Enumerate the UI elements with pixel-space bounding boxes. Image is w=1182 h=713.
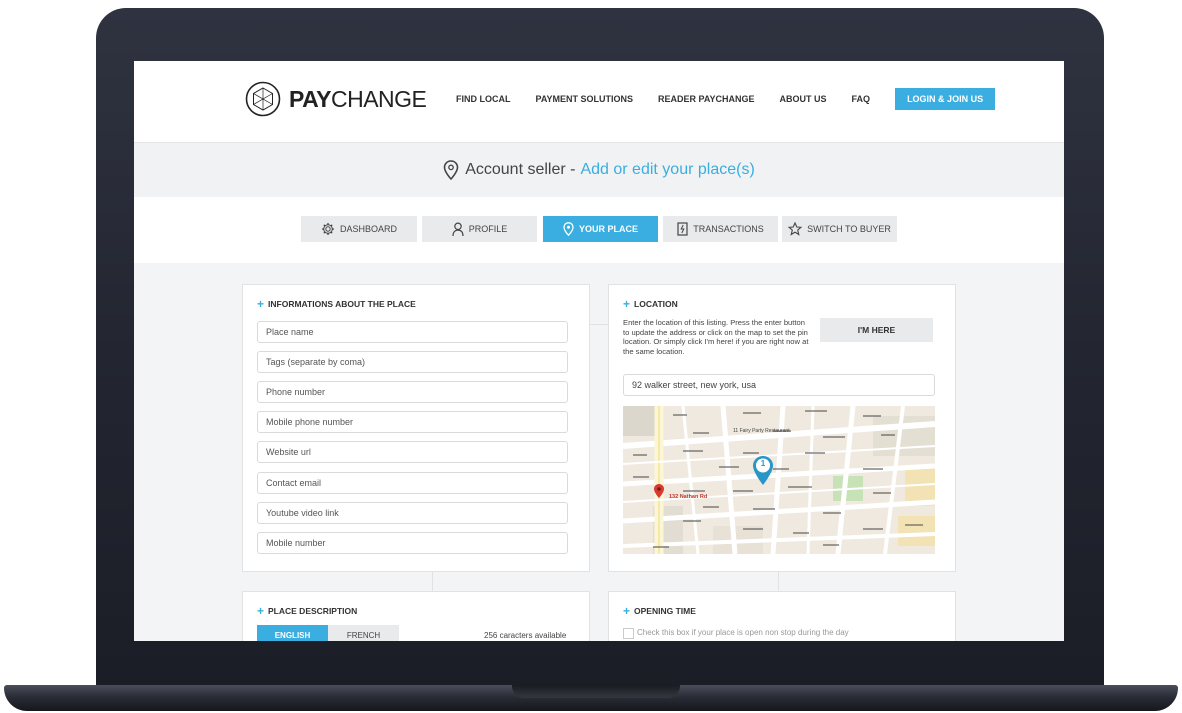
- nav-reader-paychange[interactable]: READER PAYCHANGE: [658, 94, 755, 104]
- place-description-card: + PLACE DESCRIPTION ENGLISH FRENCH 256 ca…: [242, 591, 590, 641]
- user-icon: [452, 222, 464, 236]
- red-marker-icon: [654, 484, 664, 498]
- place-name-field[interactable]: Place name: [257, 321, 568, 343]
- location-instructions: Enter the location of this listing. Pres…: [623, 318, 809, 356]
- place-description-title: + PLACE DESCRIPTION: [257, 604, 358, 618]
- mobile-number-field[interactable]: Mobile number: [257, 532, 568, 554]
- map-pin-number: 1: [760, 459, 766, 468]
- map-marker-label: 132 Nathan Rd: [669, 494, 708, 500]
- tab-switch-to-buyer[interactable]: SWITCH TO BUYER: [782, 216, 897, 242]
- mobile-phone-field[interactable]: Mobile phone number: [257, 411, 568, 433]
- tab-dashboard[interactable]: DASHBOARD: [301, 216, 417, 242]
- laptop-hinge-notch: [512, 685, 680, 698]
- tab-your-place[interactable]: YOUR PLACE: [543, 216, 658, 242]
- nav-about-us[interactable]: ABOUT US: [780, 94, 827, 104]
- divider: [778, 571, 779, 591]
- contact-email-field[interactable]: Contact email: [257, 472, 568, 494]
- site-header: PAYCHANGE FIND LOCAL PAYMENT SOLUTIONS R…: [134, 61, 1064, 142]
- map-place-label: 11 Fairy Party Restaurant: [733, 428, 790, 434]
- website-field[interactable]: Website url: [257, 441, 568, 463]
- tab-transactions[interactable]: TRANSACTIONS: [663, 216, 778, 242]
- pin-icon: [563, 222, 574, 236]
- lang-tab-french[interactable]: FRENCH: [328, 625, 399, 641]
- location-card: + LOCATION Enter the location of this lis…: [608, 284, 956, 572]
- page-title-band: Account seller - Add or edit your place(…: [134, 142, 1064, 198]
- page-title-accent[interactable]: Add or edit your place(s): [580, 161, 754, 179]
- account-tabs: DASHBOARD PROFILE YOUR PLACE TRANSACTION…: [134, 197, 1064, 263]
- page-title: Account seller -: [465, 161, 576, 178]
- document-icon: [677, 222, 688, 236]
- login-join-button[interactable]: LOGIN & JOIN US: [895, 88, 996, 110]
- logo-globe-icon: [245, 81, 281, 117]
- star-icon: [788, 222, 803, 236]
- divider: [432, 571, 433, 591]
- main-nav: FIND LOCAL PAYMENT SOLUTIONS READER PAYC…: [456, 88, 996, 110]
- tab-dashboard-label: DASHBOARD: [339, 224, 397, 234]
- brand-logo[interactable]: PAYCHANGE: [245, 81, 427, 117]
- nav-faq[interactable]: FAQ: [852, 94, 871, 104]
- im-here-button[interactable]: I'M HERE: [820, 318, 933, 342]
- address-input[interactable]: 92 walker street, new york, usa: [623, 374, 935, 396]
- tab-profile-label: PROFILE: [468, 224, 508, 234]
- nav-find-local[interactable]: FIND LOCAL: [456, 94, 511, 104]
- opening-time-title: + OPENING TIME: [623, 604, 696, 618]
- place-info-card: + INFORMATIONS ABOUT THE PLACE Place name…: [242, 284, 590, 572]
- location-title: + LOCATION: [623, 297, 678, 311]
- plus-icon: +: [257, 604, 265, 618]
- phone-field[interactable]: Phone number: [257, 381, 568, 403]
- tags-field[interactable]: Tags (separate by coma): [257, 351, 568, 373]
- plus-icon: +: [623, 297, 631, 311]
- place-info-title: + INFORMATIONS ABOUT THE PLACE: [257, 297, 416, 311]
- chars-available: 256 caracters available: [484, 631, 567, 640]
- location-pin-icon: [443, 160, 459, 180]
- divider: [589, 324, 609, 325]
- plus-icon: +: [257, 297, 265, 311]
- plus-icon: +: [623, 604, 631, 618]
- youtube-link-field[interactable]: Youtube video link: [257, 502, 568, 524]
- tab-profile[interactable]: PROFILE: [422, 216, 537, 242]
- brand-name: PAYCHANGE: [289, 85, 427, 112]
- gear-icon: [321, 223, 334, 235]
- nonstop-checkbox[interactable]: [623, 628, 634, 639]
- tab-your-place-label: YOUR PLACE: [578, 224, 638, 234]
- nav-payment-solutions[interactable]: PAYMENT SOLUTIONS: [536, 94, 634, 104]
- location-map[interactable]: 1 132 Nathan Rd 11 Fairy Party Restauran…: [623, 406, 935, 554]
- lang-tab-english[interactable]: ENGLISH: [257, 625, 328, 641]
- nonstop-label: Check this box if your place is open non…: [637, 628, 849, 637]
- laptop-screen: PAYCHANGE FIND LOCAL PAYMENT SOLUTIONS R…: [134, 61, 1064, 641]
- tab-switch-to-buyer-label: SWITCH TO BUYER: [807, 224, 891, 234]
- opening-time-card: + OPENING TIME Check this box if your pla…: [608, 591, 956, 641]
- tab-transactions-label: TRANSACTIONS: [693, 224, 764, 234]
